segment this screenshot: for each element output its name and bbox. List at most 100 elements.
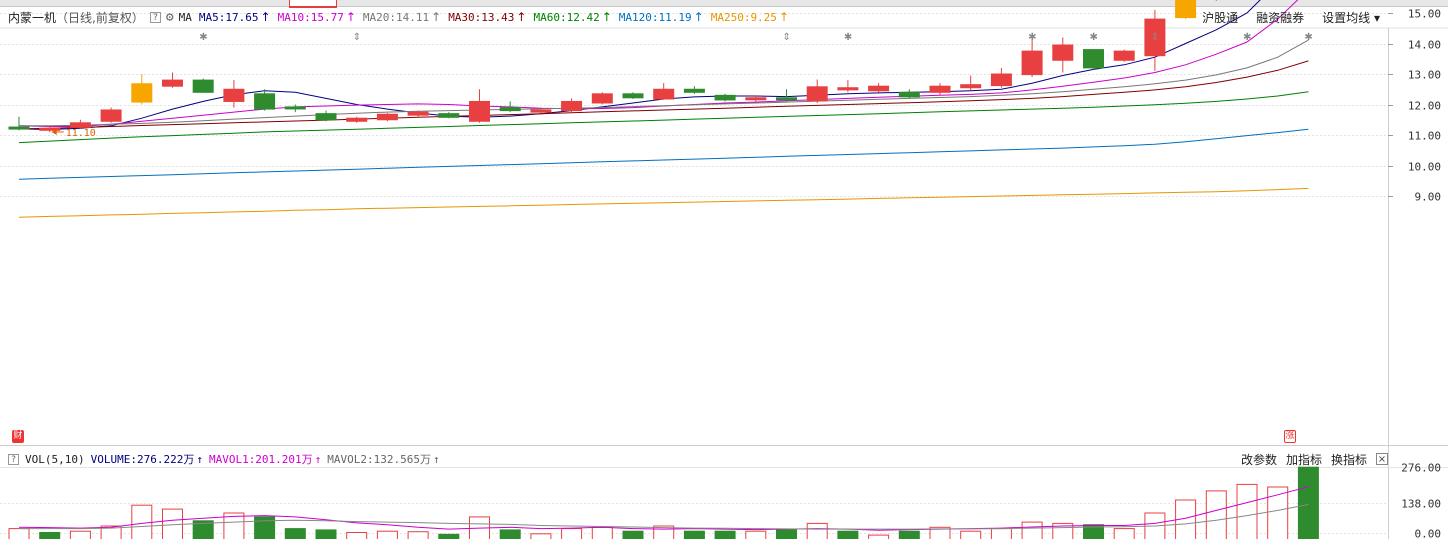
- ma-settings-button[interactable]: 设置均线 ▾: [1322, 9, 1380, 26]
- event-marker-icon[interactable]: ✱: [1090, 33, 1098, 43]
- candle-body: [837, 87, 859, 91]
- arrow-up-icon: ↑: [431, 10, 442, 24]
- add-indicator-button[interactable]: 加指标: [1286, 451, 1322, 468]
- volume-legend-value: VOLUME:276.222万: [90, 453, 195, 466]
- ma-lines: [18, 0, 1309, 218]
- volume-bar: [683, 530, 705, 539]
- volume-bar: [131, 504, 153, 539]
- candle-body: [8, 126, 30, 130]
- candle-body: [192, 79, 214, 93]
- ma-legend-item: MA120:11.19 ↑: [619, 10, 704, 24]
- price-axis: 20.0019.0018.0017.0016.0015.0014.0013.00…: [1388, 8, 1442, 204]
- event-marker-icon[interactable]: ⇕: [1151, 33, 1159, 43]
- event-marker-icon[interactable]: ✱: [1304, 33, 1312, 43]
- ma-legend-item: MA30:13.43 ↑: [448, 10, 526, 24]
- volume-bar: [1113, 528, 1135, 539]
- volume-bar: [714, 530, 736, 539]
- volume-bar: [407, 531, 429, 539]
- arrow-up-icon: ↑: [516, 10, 527, 24]
- candle-body: [745, 97, 767, 101]
- volume-indicator-name: VOL(5,10): [25, 452, 85, 466]
- volume-bar: [806, 522, 828, 539]
- volume-bar: [376, 530, 398, 539]
- gear-icon[interactable]: ⚙: [166, 10, 174, 25]
- switch-indicator-button[interactable]: 换指标: [1331, 451, 1367, 468]
- candle-body: [591, 93, 613, 104]
- candle-body: [131, 83, 153, 103]
- ma-legend-value: MA120:11.19: [618, 11, 692, 24]
- volume-legend-item: MAVOL1:201.201万 ↑: [209, 451, 321, 467]
- volume-bar: [868, 534, 890, 539]
- candle-body: [1113, 50, 1135, 61]
- ma-legend-items: MA5:17.65 ↑ MA10:15.77 ↑ MA20:14.11 ↑ MA30:13.…: [192, 10, 789, 24]
- volume-bar: [315, 529, 337, 539]
- candle-body: [162, 79, 183, 87]
- candle-body: [254, 93, 276, 110]
- ma-legend-value: MA5:17.65: [198, 11, 259, 24]
- event-marker-icon[interactable]: ⇕: [353, 33, 361, 43]
- finance-badge[interactable]: 财: [12, 430, 24, 443]
- volume-bar: [346, 532, 368, 539]
- candle-body: [868, 85, 890, 92]
- candle-body: [561, 100, 583, 112]
- volume-tick-label: 138.00: [1401, 498, 1441, 511]
- chart-mode: （日线,前复权）: [56, 10, 144, 25]
- volume-bar: [284, 528, 306, 539]
- close-icon[interactable]: ×: [1376, 453, 1388, 465]
- rongzi-button[interactable]: 融资融券: [1256, 9, 1304, 26]
- stock-name[interactable]: 内蒙一机: [8, 9, 56, 26]
- price-tick-label: 9.00: [1415, 191, 1442, 204]
- candle-body: [1021, 50, 1043, 76]
- ma-prefix: MA: [178, 10, 192, 24]
- candle-body: [1083, 49, 1104, 69]
- event-marker-icon[interactable]: ✱: [1243, 33, 1251, 43]
- candle-body: [683, 88, 705, 93]
- volume-bar: [776, 529, 797, 539]
- candle-body: [960, 84, 982, 89]
- help-box-icon[interactable]: ?: [149, 11, 161, 23]
- candle-body: [438, 113, 460, 118]
- volume-legend-value: MAVOL2:132.565万: [327, 453, 432, 466]
- ma-legend-value: MA30:13.43: [448, 11, 515, 24]
- hugutong-button[interactable]: 沪股通: [1202, 9, 1238, 26]
- candle-body: [223, 88, 245, 102]
- candle-body: [315, 113, 337, 121]
- arrow-up-icon: ↑: [345, 10, 356, 24]
- event-marker-icon[interactable]: ✱: [199, 33, 207, 43]
- price-tick-label: 11.00: [1408, 130, 1441, 143]
- price-tick-label: 15.00: [1408, 8, 1441, 21]
- candle-body: [100, 109, 122, 122]
- volume-legend: ? VOL(5,10) VOLUME:276.222万 ↑ MAVOL1:201.2…: [0, 451, 440, 467]
- ma-legend-value: MA20:14.11: [362, 11, 430, 24]
- volume-bar: [438, 533, 460, 539]
- kline-chart-page: 20.6411.10 20.0019.0018.0017.0016.0015.0…: [0, 0, 1448, 539]
- arrow-up-icon: ↑: [314, 453, 322, 466]
- ma-line-ma250: [18, 187, 1309, 218]
- candle-body: [69, 122, 91, 128]
- volume-tick-label: 0.00: [1415, 528, 1442, 539]
- volume-legend-value: MAVOL1:201.201万: [208, 453, 313, 466]
- arrow-up-icon: ↑: [433, 453, 440, 466]
- event-marker-icon[interactable]: ✱: [1028, 33, 1036, 43]
- price-tick-label: 12.00: [1408, 100, 1441, 113]
- arrow-up-icon: ↑: [778, 10, 789, 24]
- event-marker-icon[interactable]: ✱: [844, 33, 852, 43]
- event-marker-icon[interactable]: ⇕: [783, 33, 791, 43]
- volume-bar: [69, 530, 91, 539]
- low-price-label: 11.10: [66, 128, 96, 139]
- ma-legend-value: MA60:12.42: [533, 11, 600, 24]
- arrow-up-icon: ↑: [196, 453, 203, 466]
- ma-legend-item: MA5:17.65 ↑: [199, 10, 271, 24]
- arrow-up-icon: ↑: [601, 10, 612, 24]
- volume-bar: [898, 530, 920, 539]
- limit-up-badge[interactable]: 涨: [1284, 430, 1296, 443]
- volume-help-box-icon[interactable]: ?: [8, 453, 19, 465]
- change-params-button[interactable]: 改参数: [1241, 451, 1277, 468]
- candle-body: [346, 117, 368, 122]
- candle-body: [284, 106, 306, 110]
- volume-bar: [1297, 466, 1319, 539]
- candle-body: [653, 88, 675, 100]
- volume-bar: [1021, 521, 1043, 539]
- volume-bar: [561, 528, 583, 539]
- ma-legend-item: MA10:15.77 ↑: [278, 10, 356, 24]
